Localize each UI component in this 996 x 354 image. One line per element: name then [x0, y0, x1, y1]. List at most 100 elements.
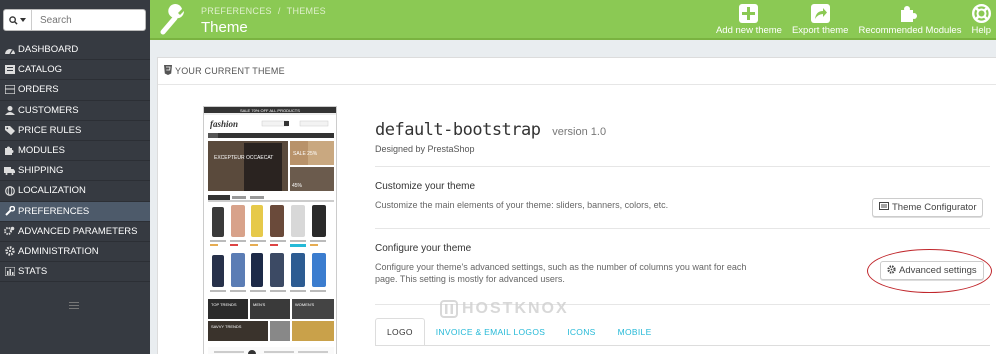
sidebar-item-stats[interactable]: STATS — [0, 262, 150, 283]
sidebar: DASHBOARD CATALOG ORDERS CUSTOMERS PRICE… — [0, 0, 150, 354]
sidebar-nav: DASHBOARD CATALOG ORDERS CUSTOMERS PRICE… — [0, 40, 150, 283]
sidebar-item-localization[interactable]: LOCALIZATION — [0, 181, 150, 202]
plus-square-icon — [739, 3, 759, 23]
export-theme-button[interactable]: Export theme — [787, 3, 854, 36]
current-theme-panel: YOUR CURRENT THEME SALE 70% OFF ALL PROD… — [157, 57, 996, 354]
sidebar-collapse-handle[interactable] — [69, 302, 79, 311]
preview-promo-men: MEN'S — [253, 302, 266, 307]
search-scope-button[interactable] — [4, 10, 32, 30]
wrench-icon — [4, 206, 15, 216]
tag-icon — [4, 125, 15, 135]
caret-down-icon — [20, 18, 26, 22]
watermark-text: HOSTKNOX — [462, 300, 569, 317]
cogs-icon — [4, 226, 15, 236]
breadcrumb: PREFERENCES / THEMES — [201, 6, 326, 16]
preview-banner-text: SALE 70% OFF ALL PRODUCTS — [240, 108, 300, 113]
sidebar-item-label: SHIPPING — [18, 165, 64, 177]
preview-slide-text: EXCEPTEUR OCCAECAT — [214, 155, 273, 161]
divider — [375, 228, 990, 229]
sidebar-item-advanced-parameters[interactable]: ADVANCED PARAMETERS — [0, 221, 150, 242]
toolbar-label: Add new theme — [715, 25, 782, 36]
sidebar-item-price-rules[interactable]: PRICE RULES — [0, 120, 150, 141]
toolbar-label: Recommended Modules — [858, 25, 962, 36]
preview-sale-badge-2: 45% — [292, 183, 303, 189]
dashboard-icon — [4, 45, 15, 55]
sidebar-item-label: DASHBOARD — [18, 44, 79, 56]
sidebar-item-label: CATALOG — [18, 64, 62, 76]
customers-icon — [4, 105, 15, 115]
sidebar-item-shipping[interactable]: SHIPPING — [0, 161, 150, 182]
logo-tabs: LOGO INVOICE & EMAIL LOGOS ICONS MOBILE — [375, 318, 663, 346]
configure-title: Configure your theme — [375, 243, 472, 254]
truck-icon — [4, 166, 15, 176]
sidebar-item-label: ADMINISTRATION — [18, 245, 99, 257]
tab-icons[interactable]: ICONS — [556, 318, 606, 346]
sidebar-item-preferences[interactable]: PREFERENCES — [0, 201, 150, 222]
theme-screenshot-graphic: SALE 70% OFF ALL PRODUCTS fashion EXCEPT… — [204, 107, 336, 354]
page-header: PREFERENCES / THEMES Theme Add new theme E… — [150, 0, 996, 40]
sidebar-item-catalog[interactable]: CATALOG — [0, 60, 150, 81]
sidebar-item-label: ORDERS — [18, 84, 59, 96]
sidebar-item-customers[interactable]: CUSTOMERS — [0, 100, 150, 121]
orders-icon — [4, 85, 15, 95]
customize-title: Customize your theme — [375, 181, 476, 192]
sidebar-item-dashboard[interactable]: DASHBOARD — [0, 40, 150, 61]
sidebar-item-label: LOCALIZATION — [18, 185, 86, 197]
catalog-icon — [4, 65, 15, 75]
theme-version: version 1.0 — [552, 126, 607, 138]
lifebuoy-icon — [971, 3, 991, 23]
tabs-underline — [375, 345, 990, 346]
puzzle-icon — [4, 146, 15, 156]
globe-icon — [4, 186, 15, 196]
preview-promo-top: TOP TRENDS — [211, 302, 237, 307]
sidebar-item-administration[interactable]: ADMINISTRATION — [0, 241, 150, 263]
tab-invoice-email-logos[interactable]: INVOICE & EMAIL LOGOS — [425, 318, 556, 346]
search-icon — [9, 15, 18, 25]
toolbar-label: Help — [971, 25, 991, 36]
highlight-annotation — [867, 249, 992, 293]
tab-logo[interactable]: LOGO — [375, 318, 425, 346]
sidebar-item-label: ADVANCED PARAMETERS — [18, 225, 138, 237]
configure-description: Configure your theme's advanced settings… — [375, 262, 747, 284]
toolbar-label: Export theme — [791, 25, 849, 36]
breadcrumb-item[interactable]: THEMES — [287, 6, 326, 16]
preview-sale-badge: SALE 25% — [293, 151, 318, 157]
cog-icon — [4, 246, 15, 257]
panel-heading-text: YOUR CURRENT THEME — [175, 66, 285, 76]
divider — [375, 166, 990, 167]
sidebar-item-label: PRICE RULES — [18, 124, 82, 136]
watermark: HOSTKNOX — [440, 300, 569, 318]
theme-preview-image[interactable]: SALE 70% OFF ALL PRODUCTS fashion EXCEPT… — [203, 106, 337, 354]
wrench-header-icon — [158, 3, 188, 38]
theme-author: Designed by PrestaShop — [375, 144, 475, 154]
preview-promo-savvy: SAVVY TRENDS — [211, 324, 242, 329]
sidebar-item-orders[interactable]: ORDERS — [0, 80, 150, 101]
theme-configurator-button[interactable]: Theme Configurator — [872, 198, 984, 217]
sidebar-item-label: STATS — [18, 266, 48, 278]
search-input[interactable] — [32, 14, 142, 26]
recommended-modules-button[interactable]: Recommended Modules — [853, 3, 966, 36]
export-icon — [810, 3, 830, 23]
list-alt-icon — [879, 202, 889, 213]
sidebar-item-label: PREFERENCES — [18, 205, 90, 217]
customize-description: Customize the main elements of your them… — [375, 200, 669, 210]
help-button[interactable]: Help — [966, 3, 996, 36]
toolbar: Add new theme Export theme Recommended M… — [711, 3, 996, 36]
theme-name-text: default-bootstrap — [375, 120, 541, 140]
add-new-theme-button[interactable]: Add new theme — [711, 3, 787, 36]
tab-mobile[interactable]: MOBILE — [607, 318, 663, 346]
sidebar-item-label: MODULES — [18, 145, 65, 157]
puzzle-piece-icon — [900, 3, 919, 23]
sidebar-item-label: CUSTOMERS — [18, 104, 79, 116]
theme-configurator-label: Theme Configurator — [892, 202, 977, 213]
panel-heading: YOUR CURRENT THEME — [158, 58, 996, 85]
sidebar-item-modules[interactable]: MODULES — [0, 140, 150, 162]
page-title: Theme — [201, 19, 248, 36]
breadcrumb-item[interactable]: PREFERENCES — [201, 6, 272, 16]
preview-promo-women: WOMEN'S — [295, 302, 315, 307]
preview-logo-text: fashion — [210, 119, 238, 129]
bar-chart-icon — [4, 267, 15, 277]
html5-icon — [164, 65, 172, 77]
theme-name: default-bootstrap version 1.0 — [375, 120, 606, 140]
search-box — [3, 9, 146, 31]
